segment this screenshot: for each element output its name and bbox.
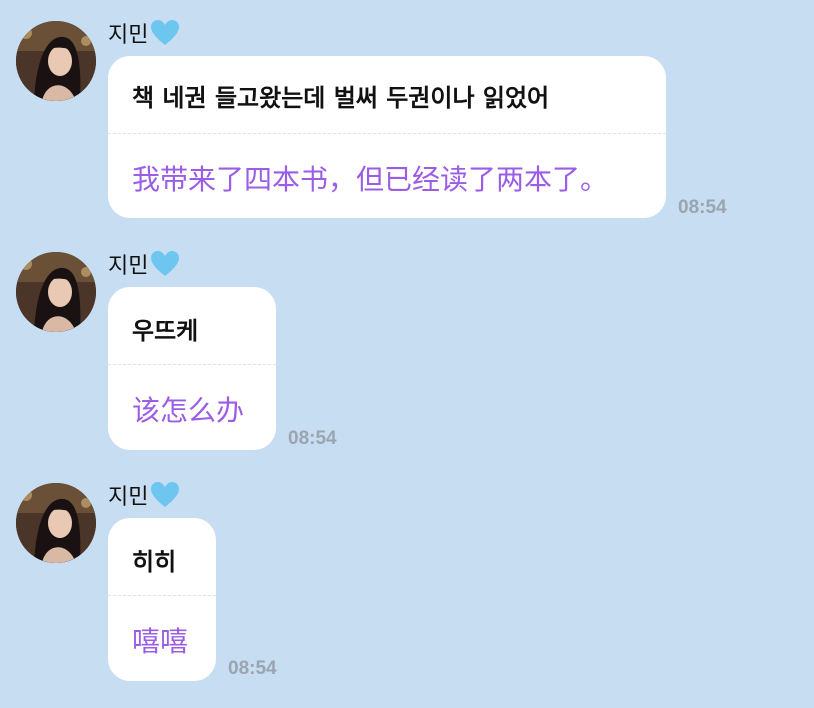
- message-timestamp: 08:54: [678, 197, 727, 218]
- message-original-text: 히히: [132, 548, 177, 576]
- message-original-text: 책 네권 들고왔는데 벌써 두권이나 읽었어: [132, 84, 550, 112]
- chat-message: 지민 책 네권 들고왔는데 벌써 두권이나 읽었어 我带来了四本书，但已经读了两…: [0, 0, 814, 230]
- chat-message: 지민 히히 嘻嘻 08:54: [0, 462, 814, 708]
- light-blue-heart-icon: [150, 481, 180, 509]
- bubble-divider: [108, 133, 666, 134]
- bubble-divider: [108, 364, 276, 365]
- sender-header: 지민: [108, 478, 180, 512]
- message-bubble[interactable]: 우뜨케 该怎么办: [108, 287, 276, 450]
- sender-name: 지민: [108, 23, 149, 48]
- message-bubble[interactable]: 히히 嘻嘻: [108, 518, 216, 681]
- avatar[interactable]: [16, 483, 96, 563]
- avatar[interactable]: [16, 252, 96, 332]
- sender-name: 지민: [108, 485, 149, 510]
- avatar[interactable]: [16, 21, 96, 101]
- avatar-photo: [16, 21, 96, 101]
- message-original-text: 우뜨케: [132, 317, 199, 345]
- chat-message: 지민 우뜨케 该怎么办 08:54: [0, 231, 814, 461]
- sender-name: 지민: [108, 254, 149, 279]
- light-blue-heart-icon: [150, 19, 180, 47]
- message-translation-text: 该怎么办: [132, 394, 245, 427]
- avatar-photo: [16, 483, 96, 563]
- bubble-divider: [108, 595, 216, 596]
- message-translation-text: 我带来了四本书，但已经读了两本了。: [132, 163, 609, 196]
- message-timestamp: 08:54: [228, 658, 277, 679]
- message-translation-text: 嘻嘻: [132, 625, 189, 658]
- message-bubble[interactable]: 책 네권 들고왔는데 벌써 두권이나 읽었어 我带来了四本书，但已经读了两本了。: [108, 56, 666, 218]
- sender-header: 지민: [108, 16, 180, 50]
- light-blue-heart-icon: [150, 250, 180, 278]
- message-timestamp: 08:54: [288, 428, 337, 449]
- sender-header: 지민: [108, 247, 180, 281]
- avatar-photo: [16, 252, 96, 332]
